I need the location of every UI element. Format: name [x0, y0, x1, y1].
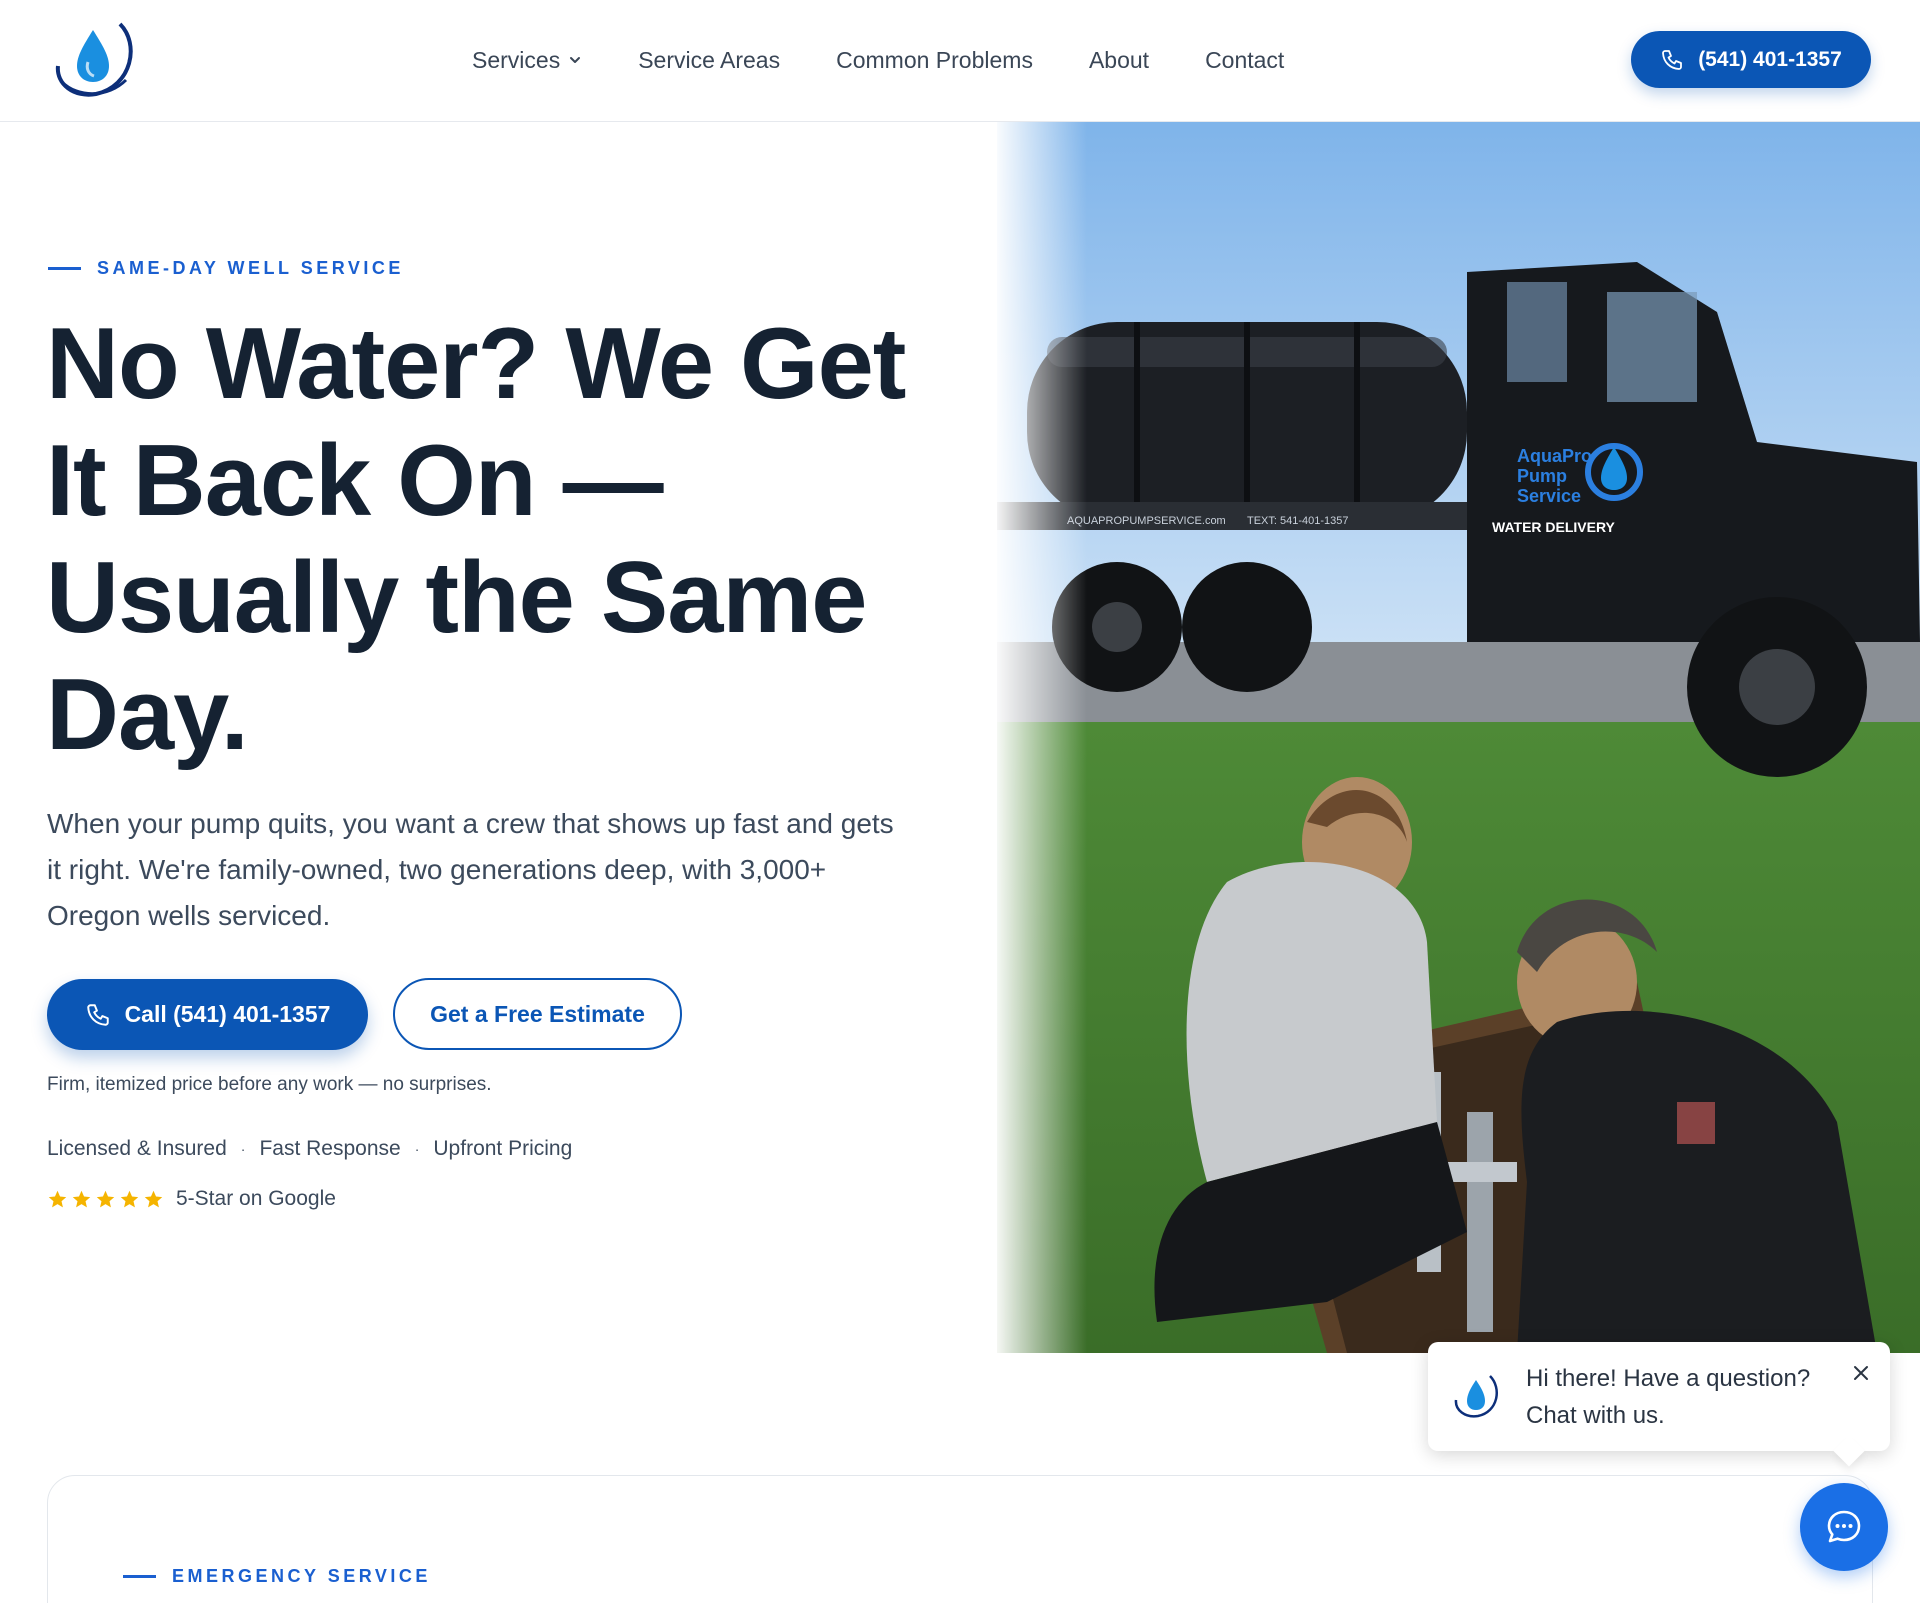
free-estimate-label: Get a Free Estimate — [430, 1000, 645, 1027]
truck-tag: WATER DELIVERY — [1492, 519, 1616, 535]
chat-greeting: Hi there! Have a question? Chat with us. — [1526, 1360, 1826, 1434]
chat-greeting-line: Chat with us. — [1526, 1402, 1665, 1429]
chat-open-button[interactable] — [1800, 1483, 1888, 1571]
hero-eyebrow-text: SAME-DAY WELL SERVICE — [97, 258, 404, 278]
price-note: Firm, itemized price before any work — n… — [47, 1074, 492, 1095]
chat-greeting-line: Hi there! Have a question? — [1526, 1365, 1811, 1392]
truck-brand-line: Service — [1517, 486, 1581, 506]
nav-item-label: About — [1088, 46, 1150, 73]
logo[interactable] — [50, 14, 136, 102]
truck-phone: TEXT: 541-401-1357 — [1247, 515, 1349, 527]
chevron-down-icon — [570, 57, 581, 63]
chat-bubble-icon — [1827, 1510, 1861, 1543]
star-icon — [144, 1190, 163, 1207]
star-icon — [48, 1190, 67, 1207]
header-phone-label: (541) 401-1357 — [1698, 47, 1842, 71]
phone-icon — [86, 1003, 109, 1026]
star-icon — [120, 1190, 139, 1207]
star-rating — [47, 1189, 164, 1210]
truck-brand-line: Pump — [1517, 466, 1567, 486]
trust-item: Upfront Pricing — [433, 1137, 573, 1160]
nav-item-label: Contact — [1205, 46, 1285, 73]
trust-item: Licensed & Insured — [47, 1137, 227, 1160]
hero-photo: AquaPro Pump Service WATER DELIVERY AQUA… — [997, 122, 1920, 1353]
free-estimate-button[interactable]: Get a Free Estimate — [393, 978, 682, 1050]
nav-item-services[interactable]: Services — [472, 47, 582, 74]
close-icon[interactable] — [1850, 1362, 1872, 1384]
nav-item-about[interactable]: About — [1089, 47, 1149, 74]
hero-photo-fade — [997, 122, 1087, 1353]
headline-line: Usually the Same — [46, 542, 867, 654]
nav-item-common-problems[interactable]: Common Problems — [836, 47, 1033, 74]
nav-item-service-areas[interactable]: Service Areas — [638, 47, 780, 74]
main-nav: Services Service Areas Common Problems A… — [472, 0, 1340, 120]
eyebrow-line — [48, 267, 81, 270]
star-icon — [72, 1190, 91, 1207]
separator-dot: · — [414, 1141, 420, 1157]
call-button[interactable]: Call (541) 401-1357 — [47, 979, 368, 1050]
hero-headline: No Water? We Get It Back On — Usually th… — [46, 306, 946, 774]
nav-item-contact[interactable]: Contact — [1205, 47, 1284, 74]
truck-brand-line: AquaPro — [1517, 446, 1592, 466]
eyebrow-line — [123, 1575, 156, 1578]
trust-item: Fast Response — [259, 1137, 401, 1160]
trust-badges: Licensed & Insured · Fast Response · Upf… — [47, 1137, 572, 1161]
nav-item-label: Service Areas — [638, 46, 781, 73]
header-phone-button[interactable]: (541) 401-1357 — [1631, 31, 1871, 88]
emergency-eyebrow-text: EMERGENCY SERVICE — [172, 1566, 431, 1586]
site-header: Services Service Areas Common Problems A… — [0, 0, 1920, 122]
separator-dot: · — [240, 1141, 246, 1157]
nav-item-label: Services — [472, 46, 561, 73]
rating-text: 5-Star on Google — [176, 1187, 336, 1210]
truck-site: AQUAPROPUMPSERVICE.com — [1067, 515, 1226, 527]
headline-line: Day. — [46, 659, 249, 771]
hero-eyebrow: SAME-DAY WELL SERVICE — [48, 258, 404, 279]
nav-item-label: Common Problems — [836, 46, 1033, 73]
phone-icon — [1662, 49, 1683, 70]
star-icon — [96, 1190, 115, 1207]
google-rating: 5-Star on Google — [47, 1187, 336, 1211]
headline-line: It Back On — — [46, 425, 664, 537]
emergency-eyebrow: EMERGENCY SERVICE — [123, 1566, 431, 1587]
hero-lead: When your pump quits, you want a crew th… — [47, 808, 894, 931]
chat-avatar — [1452, 1370, 1500, 1422]
headline-line: No Water? We Get — [46, 308, 906, 420]
call-button-label: Call (541) 401-1357 — [124, 1001, 331, 1027]
hero-photo-illustration: AquaPro Pump Service WATER DELIVERY AQUA… — [997, 122, 1920, 1353]
chat-popup[interactable]: Hi there! Have a question? Chat with us. — [1428, 1342, 1890, 1451]
